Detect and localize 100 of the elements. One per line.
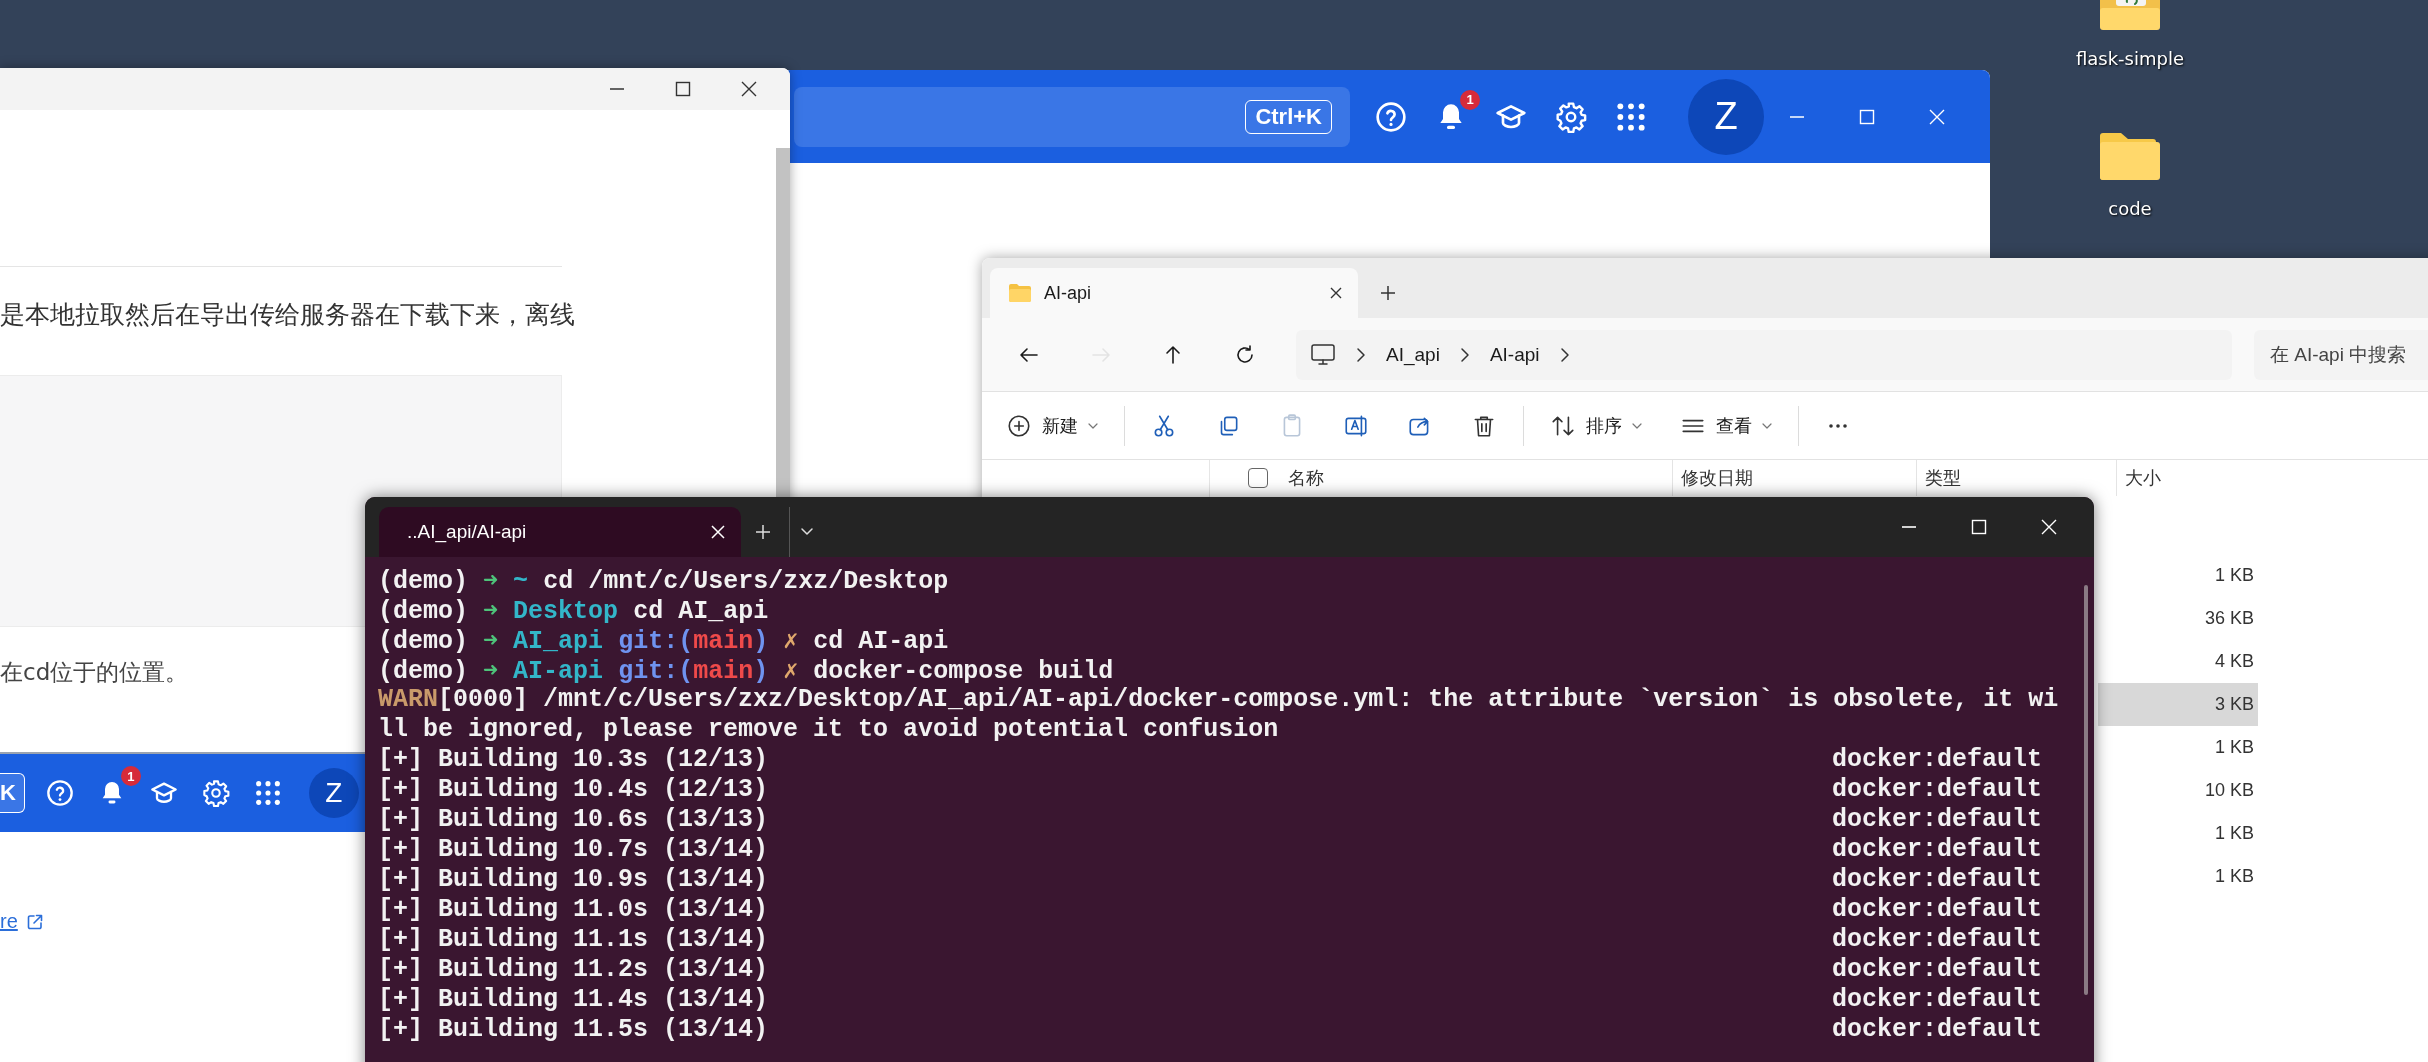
- column-header[interactable]: 修改日期: [1672, 460, 1916, 496]
- file-row[interactable]: 1 KB: [2098, 812, 2258, 855]
- plus-icon: [1379, 284, 1397, 302]
- gear-icon: [201, 779, 230, 807]
- search-field[interactable]: 在 AI-api 中搜索: [2254, 329, 2428, 380]
- scrollbar[interactable]: [776, 148, 790, 497]
- new-icon: [1006, 412, 1032, 439]
- notification-badge: 1: [1460, 89, 1480, 110]
- chevron-down-icon: [799, 527, 814, 537]
- build-progress-text: [+] Building 11.4s (13/14): [378, 985, 769, 1015]
- view-button[interactable]: 查看: [1668, 403, 1784, 448]
- build-target-text: docker:default: [1831, 985, 2042, 1015]
- build-target-text: docker:default: [1831, 805, 2042, 835]
- notification-badge: 1: [120, 766, 141, 786]
- maximize-icon: [1858, 107, 1876, 126]
- file-row[interactable]: 36 KB: [2098, 597, 2258, 640]
- folder-icon: [1008, 283, 1032, 303]
- column-header[interactable]: 名称: [1280, 460, 1672, 496]
- tab-label: ..AI_api/AI-api: [407, 521, 527, 543]
- address-bar[interactable]: AI_api AI-api: [1296, 329, 2232, 380]
- file-row[interactable]: 4 KB: [2098, 640, 2258, 683]
- build-target-text: docker:default: [1831, 835, 2042, 865]
- file-size: 4 KB: [2214, 651, 2254, 672]
- select-all-checkbox[interactable]: [1248, 468, 1268, 488]
- minimize-icon: [609, 88, 625, 90]
- file-row[interactable]: 10 KB: [2098, 769, 2258, 812]
- file-row[interactable]: 1 KB: [2098, 726, 2258, 769]
- build-progress-text: [+] Building 10.7s (13/14): [378, 835, 769, 865]
- close-icon[interactable]: [1328, 285, 1344, 301]
- file-size: 10 KB: [2204, 780, 2254, 801]
- external-link-icon: [25, 912, 44, 931]
- column-header[interactable]: 类型: [1916, 460, 2116, 496]
- minimize-icon: [1789, 115, 1805, 118]
- plus-icon: [754, 523, 772, 541]
- command-line: (demo) ➜ Desktop cd AI_api: [378, 595, 769, 625]
- build-target-text: docker:default: [1831, 1015, 2042, 1045]
- build-progress-text: [+] Building 11.2s (13/14): [378, 955, 769, 985]
- caret-icon: [1088, 422, 1098, 429]
- breadcrumb-item[interactable]: AI_api: [1386, 343, 1440, 366]
- build-progress-text: [+] Building 10.9s (13/14): [378, 865, 769, 895]
- shortcut-key: Ctrl+K: [1245, 99, 1332, 134]
- sort-button[interactable]: 排序: [1538, 403, 1654, 448]
- close-icon[interactable]: [709, 523, 727, 541]
- paragraph-text: 在cd位于的位置。: [0, 658, 189, 687]
- build-target-text: docker:default: [1831, 925, 2042, 955]
- chevron-icon: [1459, 346, 1470, 363]
- scrollbar[interactable]: [2084, 585, 2088, 995]
- file-row[interactable]: 1 KB: [2098, 855, 2258, 898]
- caret-icon: [1762, 422, 1772, 429]
- grid-icon: [253, 779, 282, 807]
- build-target-text: docker:default: [1831, 865, 2042, 895]
- maximize-icon: [1970, 518, 1988, 536]
- build-progress-text: [+] Building 11.1s (13/14): [378, 925, 769, 955]
- user-avatar[interactable]: Z: [1688, 78, 1764, 155]
- help-icon: [1375, 100, 1407, 133]
- output-line: ll be ignored, please remove it to avoid potential confusion: [378, 715, 1279, 745]
- gear-icon: [1555, 100, 1587, 133]
- rename-icon: [1343, 412, 1369, 439]
- maximize-icon: [674, 80, 692, 98]
- close-icon: [740, 80, 758, 98]
- tab-label: AI-api: [1044, 282, 1092, 304]
- desktop-icon-label[interactable]: code: [2108, 198, 2152, 219]
- breadcrumb-item[interactable]: AI-api: [1489, 343, 1540, 366]
- grid-icon: [1615, 100, 1647, 133]
- file-size: 3 KB: [2214, 694, 2254, 715]
- warning-line: WARN[0000] /mnt/c/Users/zxz/Desktop/AI_api/AI-api/docker-compose.yml: the attribute `version` is obsolete, it wi: [378, 685, 2059, 715]
- build-progress-text: [+] Building 10.3s (12/13): [378, 745, 769, 775]
- file-row[interactable]: 3 KB: [2098, 683, 2258, 726]
- build-target-text: docker:default: [1831, 775, 2042, 805]
- close-icon: [2040, 518, 2058, 536]
- close-icon: [1928, 107, 1946, 126]
- help-icon: [45, 779, 74, 807]
- minimize-icon: [1901, 526, 1917, 528]
- new-button[interactable]: 新建: [994, 403, 1110, 448]
- build-target-text: docker:default: [1831, 955, 2042, 985]
- chevron-icon: [1559, 346, 1570, 363]
- command-line: (demo) ➜ AI-api git:(main) ✗ docker-compose build: [378, 655, 1114, 685]
- user-avatar[interactable]: Z: [308, 768, 359, 818]
- caret-icon: [1632, 422, 1642, 429]
- terminal-tab[interactable]: ..AI_api/AI-api: [379, 507, 741, 557]
- build-progress-text: [+] Building 11.5s (13/14): [378, 1015, 769, 1045]
- desktop-icon-label[interactable]: flask-simple: [2075, 48, 2185, 69]
- command-line: (demo) ➜ AI_api git:(main) ✗ cd AI-api: [378, 625, 949, 655]
- folder-tab[interactable]: AI-api: [990, 268, 1358, 318]
- build-target-text: docker:default: [1831, 895, 2042, 925]
- more-link[interactable]: re: [0, 910, 18, 933]
- file-size: 36 KB: [2204, 608, 2254, 629]
- search-field[interactable]: Ctrl+K: [794, 86, 1350, 147]
- file-size: 1 KB: [2214, 737, 2254, 758]
- column-header[interactable]: 大小: [2116, 460, 2234, 496]
- file-row[interactable]: 1 KB: [2098, 554, 2258, 597]
- build-progress-text: [+] Building 10.4s (12/13): [378, 775, 769, 805]
- file-size: 1 KB: [2214, 565, 2254, 586]
- command-line: (demo) ➜ ~ cd /mnt/c/Users/zxz/Desktop: [378, 565, 949, 595]
- file-size: 1 KB: [2214, 866, 2254, 887]
- chevron-icon: [1356, 346, 1366, 363]
- monitor-icon: [1310, 342, 1336, 367]
- paragraph-text: 是本地拉取然后在导出传给服务器在下载下来，离线: [0, 299, 575, 331]
- file-size: 1 KB: [2214, 823, 2254, 844]
- shortcut-key: K: [0, 773, 25, 813]
